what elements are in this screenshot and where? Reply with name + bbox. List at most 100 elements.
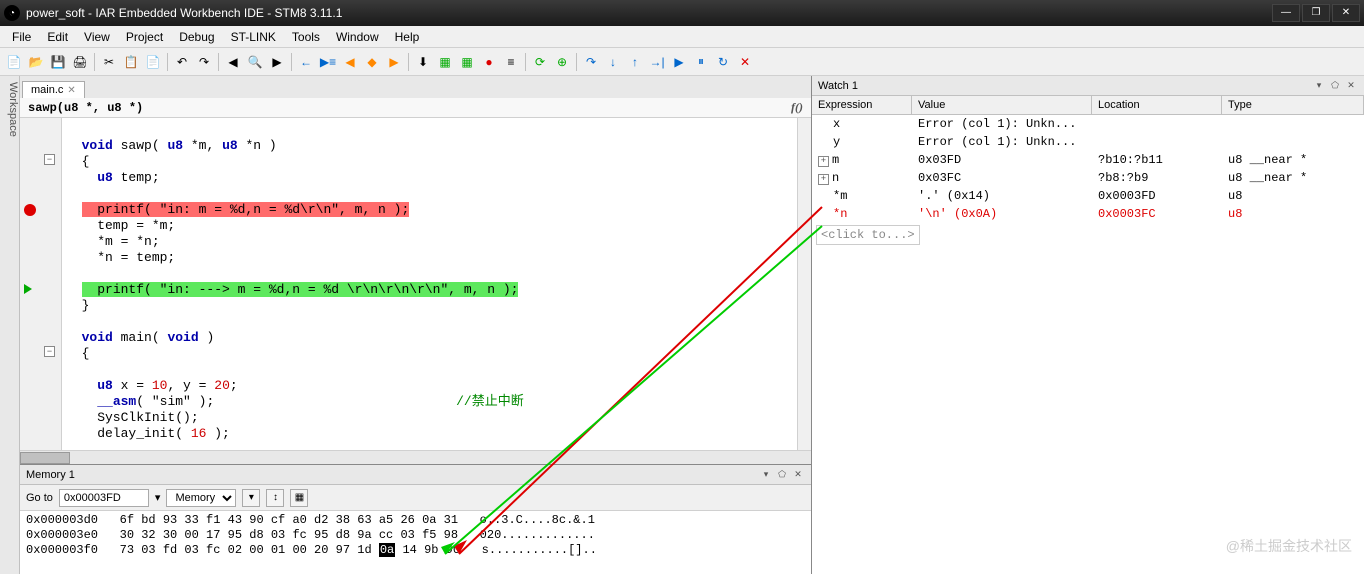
close-button[interactable]: ✕ <box>1332 4 1360 22</box>
run-to-icon[interactable]: →| <box>647 52 667 72</box>
tab-main-c[interactable]: main.c ✕ <box>22 81 85 98</box>
menu-window[interactable]: Window <box>328 28 387 46</box>
goto-label: Go to <box>26 492 53 504</box>
watch-body[interactable]: xError (col 1): Unkn...yError (col 1): U… <box>812 115 1364 574</box>
nav-back-icon[interactable]: ◀ <box>340 52 360 72</box>
step-over-icon[interactable]: ↷ <box>581 52 601 72</box>
nav-next-icon[interactable]: ▶ <box>384 52 404 72</box>
menu-debug[interactable]: Debug <box>171 28 222 46</box>
step-into-icon[interactable]: ↓ <box>603 52 623 72</box>
watermark: @稀土掘金技术社区 <box>1226 536 1352 556</box>
stop-build-icon[interactable]: ● <box>479 52 499 72</box>
search-prev-icon[interactable]: ◀ <box>223 52 243 72</box>
watch-title: Watch 1 <box>818 80 858 92</box>
col-location[interactable]: Location <box>1092 96 1222 114</box>
window-controls: — ❐ ✕ <box>1272 4 1360 22</box>
menu-view[interactable]: View <box>76 28 118 46</box>
open-icon[interactable]: 📂 <box>26 52 46 72</box>
nav-fwd-icon[interactable]: ◆ <box>362 52 382 72</box>
col-value[interactable]: Value <box>912 96 1092 114</box>
saveall-icon[interactable]: 🖨 <box>70 52 90 72</box>
workspace-sidebar[interactable]: Workspace <box>0 76 20 574</box>
pane-close-icon[interactable]: ✕ <box>1344 79 1358 93</box>
watch-row[interactable]: +n0x03FC?b8:?b9u8 __near * <box>812 169 1364 187</box>
pane-pin-icon[interactable]: ⬠ <box>1328 79 1342 93</box>
goto-dropdown-icon[interactable]: ▾ <box>155 491 161 504</box>
reset-icon[interactable]: ↻ <box>713 52 733 72</box>
compile-icon[interactable]: ⬇ <box>413 52 433 72</box>
bookmark-toggle-icon[interactable]: ▶≡ <box>318 52 338 72</box>
fx-icon[interactable]: f() <box>791 100 803 115</box>
breakpoint-icon[interactable] <box>24 204 36 216</box>
tab-label: main.c <box>31 84 63 96</box>
pane-pin-icon[interactable]: ⬠ <box>775 468 789 482</box>
restart-icon[interactable]: ⟳ <box>530 52 550 72</box>
mem-btn2-icon[interactable]: ↕ <box>266 489 284 507</box>
fold-icon[interactable]: − <box>44 346 55 357</box>
current-line-arrow-icon <box>24 284 32 294</box>
memory-toolbar: Go to ▾ Memory ▾ ↕ ▦ <box>20 485 811 511</box>
undo-icon[interactable]: ↶ <box>172 52 192 72</box>
menu-edit[interactable]: Edit <box>39 28 76 46</box>
mem-btn1-icon[interactable]: ▾ <box>242 489 260 507</box>
menu-stlink[interactable]: ST-LINK <box>223 28 284 46</box>
maximize-button[interactable]: ❐ <box>1302 4 1330 22</box>
paste-icon[interactable]: 📄 <box>143 52 163 72</box>
stop-icon[interactable]: ✕ <box>735 52 755 72</box>
titlebar: ◔ power_soft - IAR Embedded Workbench ID… <box>0 0 1364 26</box>
editor-tabbar: main.c ✕ <box>20 76 811 98</box>
app-icon: ◔ <box>4 5 20 21</box>
mem-btn3-icon[interactable]: ▦ <box>290 489 308 507</box>
memory-title: Memory 1 <box>26 469 75 481</box>
search-next-icon[interactable]: ▶ <box>267 52 287 72</box>
memory-pane: Memory 1 ▾ ⬠ ✕ Go to ▾ Memory ▾ ↕ ▦ 0x00… <box>20 464 811 574</box>
code-editor[interactable]: − − void sawp( u8 *m, u8 *n ) { u8 temp;… <box>20 118 811 464</box>
memory-title-bar: Memory 1 ▾ ⬠ ✕ <box>20 465 811 485</box>
watch-pane: Watch 1 ▾ ⬠ ✕ Expression Value Location … <box>812 76 1364 574</box>
redo-icon[interactable]: ↷ <box>194 52 214 72</box>
fold-icon[interactable]: − <box>44 154 55 165</box>
make-icon[interactable]: ▦ <box>435 52 455 72</box>
menu-tools[interactable]: Tools <box>284 28 328 46</box>
menu-project[interactable]: Project <box>118 28 171 46</box>
goto-input[interactable] <box>59 489 149 507</box>
col-expression[interactable]: Expression <box>812 96 912 114</box>
watch-row[interactable]: +m0x03FD?b10:?b11u8 __near * <box>812 151 1364 169</box>
cut-icon[interactable]: ✂ <box>99 52 119 72</box>
pane-close-icon[interactable]: ✕ <box>791 468 805 482</box>
minimize-button[interactable]: — <box>1272 4 1300 22</box>
watch-row[interactable]: yError (col 1): Unkn... <box>812 133 1364 151</box>
watch-header: Expression Value Location Type <box>812 96 1364 115</box>
bookmark-prev-icon[interactable]: ← <box>296 52 316 72</box>
batch-icon[interactable]: ≡ <box>501 52 521 72</box>
col-type[interactable]: Type <box>1222 96 1364 114</box>
step-out-icon[interactable]: ↑ <box>625 52 645 72</box>
horizontal-scrollbar[interactable] <box>20 450 811 464</box>
copy-icon[interactable]: 📋 <box>121 52 141 72</box>
watch-row[interactable]: *n'\n' (0x0A)0x0003FCu8 <box>812 205 1364 223</box>
new-icon[interactable]: 📄 <box>4 52 24 72</box>
watch-add-placeholder[interactable]: <click to...> <box>816 225 920 245</box>
menu-file[interactable]: File <box>4 28 39 46</box>
watch-row[interactable]: *m'.' (0x14)0x0003FDu8 <box>812 187 1364 205</box>
toolbar: 📄 📂 💾 🖨 ✂ 📋 📄 ↶ ↷ ◀ 🔍 ▶ ← ▶≡ ◀ ◆ ▶ ⬇ ▦ ▦… <box>0 48 1364 76</box>
pane-dropdown-icon[interactable]: ▾ <box>759 468 773 482</box>
code-area[interactable]: void sawp( u8 *m, u8 *n ) { u8 temp; pri… <box>62 118 797 450</box>
memory-view-select[interactable]: Memory <box>166 489 236 507</box>
workspace-label: Workspace <box>7 82 19 137</box>
menubar: File Edit View Project Debug ST-LINK Too… <box>0 26 1364 48</box>
memory-dump[interactable]: 0x000003d0 6f bd 93 33 f1 43 90 cf a0 d2… <box>20 511 811 574</box>
vertical-scrollbar[interactable] <box>797 118 811 450</box>
build-icon[interactable]: ▦ <box>457 52 477 72</box>
pane-dropdown-icon[interactable]: ▾ <box>1312 79 1326 93</box>
menu-help[interactable]: Help <box>387 28 428 46</box>
tab-close-icon[interactable]: ✕ <box>67 85 75 96</box>
go-icon[interactable]: ▶ <box>669 52 689 72</box>
search-icon[interactable]: 🔍 <box>245 52 265 72</box>
signature-bar: sawp(u8 *, u8 *) f() <box>20 98 811 118</box>
pause-icon[interactable]: ⏸ <box>691 52 711 72</box>
editor-gutter: − − <box>20 118 62 464</box>
watch-row[interactable]: xError (col 1): Unkn... <box>812 115 1364 133</box>
break-icon[interactable]: ⊕ <box>552 52 572 72</box>
save-icon[interactable]: 💾 <box>48 52 68 72</box>
